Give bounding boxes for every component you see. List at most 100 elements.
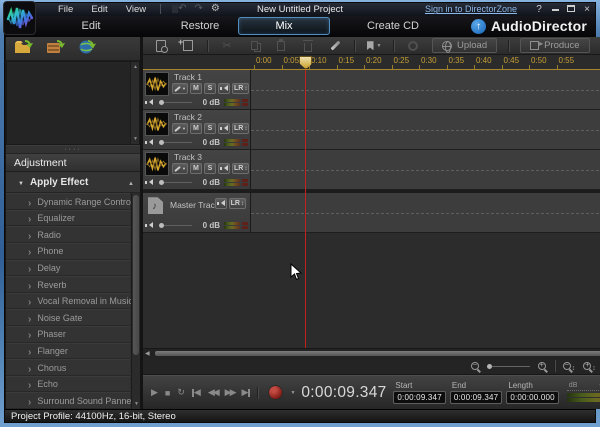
undo-icon[interactable] [178, 4, 186, 14]
speaker-icon[interactable] [145, 179, 153, 186]
settings-icon[interactable] [211, 4, 220, 14]
time-field-value[interactable]: 0:00:09.347 [450, 391, 502, 404]
track-pan-button[interactable]: LR [232, 83, 249, 94]
track-output-button[interactable] [218, 123, 230, 134]
effect-item[interactable]: Chorus [6, 359, 130, 376]
track-pan-button[interactable]: LR [232, 123, 249, 134]
play-button[interactable] [151, 387, 158, 398]
draw-tool-icon[interactable] [327, 39, 343, 53]
directorzone-download-icon[interactable] [78, 39, 96, 59]
effect-item[interactable]: Phone [6, 243, 130, 260]
media-list-scrollbar[interactable] [130, 62, 139, 144]
timeline-empty-area[interactable] [143, 233, 600, 348]
copy-icon[interactable] [246, 39, 262, 53]
track-solo-button[interactable]: S [204, 83, 216, 94]
go-to-start-button[interactable] [192, 387, 201, 398]
master-output-button[interactable] [215, 198, 227, 209]
track-solo-button[interactable]: S [204, 123, 216, 134]
redo-icon[interactable] [195, 4, 203, 14]
master-track-lane[interactable] [251, 193, 600, 232]
horizontal-scrollbar[interactable] [143, 348, 600, 358]
effect-item[interactable]: Delay [6, 260, 130, 277]
vertical-zoom-in-icon[interactable]: + [583, 357, 596, 375]
effect-item[interactable]: Dynamic Range Control [6, 193, 130, 210]
import-folder-icon[interactable] [14, 39, 34, 59]
minimize-button[interactable] [547, 4, 563, 15]
time-field-value[interactable]: 0:00:09.347 [393, 391, 445, 404]
zoom-in-icon[interactable]: + [538, 362, 546, 370]
speaker-icon[interactable] [145, 222, 153, 229]
loop-button[interactable] [177, 387, 185, 398]
marker-dropdown-icon[interactable] [366, 39, 382, 53]
track-arm-button[interactable] [172, 123, 188, 134]
time-field-value[interactable]: 0:00:00.000 [506, 391, 558, 404]
scroll-up-icon[interactable] [128, 177, 134, 188]
import-files-icon[interactable] [46, 39, 66, 59]
effect-item[interactable]: Flanger [6, 343, 130, 360]
close-button[interactable] [579, 4, 595, 15]
effect-item[interactable]: Noise Gate [6, 309, 130, 326]
speaker-icon[interactable] [145, 99, 153, 106]
track-header[interactable]: Track 3 M S LR 0 dB [143, 150, 251, 189]
track-arm-button[interactable] [172, 163, 188, 174]
speaker-icon[interactable] [145, 139, 153, 146]
menu-file[interactable]: File [49, 4, 82, 15]
tab-edit[interactable]: Edit [67, 20, 115, 32]
effect-item[interactable]: Phaser [6, 326, 130, 343]
timeline-ruler[interactable]: 0:00 0:05 0:10 0:15 0:20 0:25 0:30 0:35 … [143, 55, 600, 70]
track-mute-button[interactable]: M [190, 163, 202, 174]
zoom-out-icon[interactable]: − [471, 362, 479, 370]
track-lane[interactable] [251, 70, 600, 109]
delete-icon[interactable] [300, 39, 316, 53]
effect-list-scrollbar[interactable] [131, 193, 140, 409]
scroll-down-icon[interactable] [131, 136, 140, 142]
cut-icon[interactable] [219, 39, 235, 53]
track-header[interactable]: Track 1 M S LR 0 dB [143, 70, 251, 109]
track-arm-button[interactable] [172, 83, 188, 94]
effect-item[interactable]: Vocal Removal in Music [6, 293, 130, 310]
go-to-end-button[interactable] [242, 387, 251, 398]
track-lane[interactable] [251, 110, 600, 149]
stop-button[interactable] [165, 388, 170, 398]
scrollbar-thumb[interactable] [133, 195, 139, 355]
record-options-icon[interactable] [290, 390, 295, 396]
record-mix-icon[interactable] [405, 39, 421, 53]
insert-clip-icon[interactable] [180, 39, 196, 53]
upload-button[interactable]: Upload [432, 38, 497, 53]
track-mute-button[interactable]: M [190, 83, 202, 94]
track-pan-button[interactable]: LR [232, 163, 249, 174]
track-output-button[interactable] [218, 83, 230, 94]
help-button[interactable] [531, 4, 547, 15]
master-pan-button[interactable]: LR [229, 198, 246, 209]
signin-directorzone-link[interactable]: Sign in to DirectorZone [425, 4, 517, 14]
scrollbar-thumb[interactable] [155, 351, 600, 356]
panel-splitter[interactable] [6, 145, 140, 154]
fast-forward-button[interactable] [225, 387, 235, 398]
effect-item[interactable]: Reverb [6, 276, 130, 293]
track-output-button[interactable] [218, 163, 230, 174]
effect-item[interactable]: Radio [6, 226, 130, 243]
apply-effect-header[interactable]: Apply Effect [6, 172, 140, 193]
effect-item[interactable]: Echo [6, 376, 130, 393]
rewind-button[interactable] [208, 387, 218, 398]
effect-item[interactable]: Surround Sound Panner [6, 392, 130, 409]
tab-create-cd[interactable]: Create CD [358, 20, 428, 32]
track-lane[interactable] [251, 150, 600, 189]
menu-edit[interactable]: Edit [82, 4, 116, 15]
track-solo-button[interactable]: S [204, 163, 216, 174]
scroll-left-icon[interactable] [145, 350, 150, 357]
effect-item[interactable]: Equalizer [6, 210, 130, 227]
tab-restore[interactable]: Restore [170, 20, 230, 32]
track-mute-button[interactable]: M [190, 123, 202, 134]
export-file-icon[interactable] [153, 39, 169, 53]
master-track-header[interactable]: Master Track LR 0 dB [143, 193, 251, 232]
media-library-list[interactable] [6, 61, 140, 145]
collapse-icon[interactable] [18, 177, 24, 188]
maximize-button[interactable] [563, 4, 579, 15]
menu-view[interactable]: View [117, 4, 155, 15]
scroll-down-icon[interactable] [132, 401, 140, 407]
paste-icon[interactable] [273, 39, 289, 53]
tab-mix-active[interactable]: Mix [238, 17, 330, 35]
record-button[interactable] [268, 385, 283, 400]
zoom-slider[interactable] [487, 364, 530, 369]
